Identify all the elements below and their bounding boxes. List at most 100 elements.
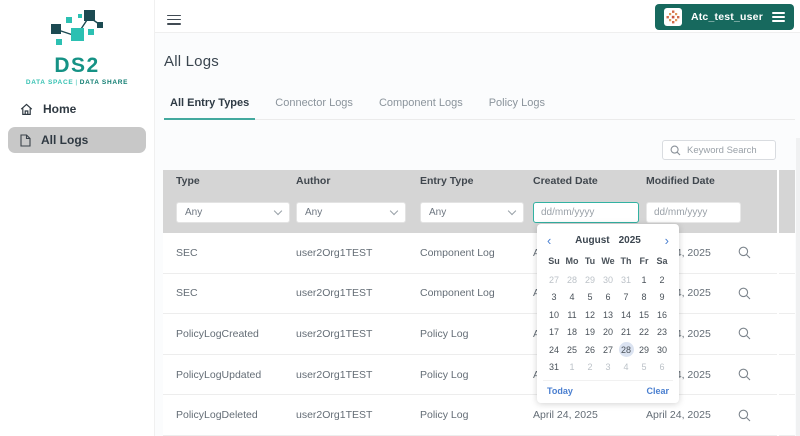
calendar-day[interactable]: 27 <box>545 271 563 289</box>
row-details-button[interactable] <box>738 409 782 422</box>
calendar-day[interactable]: 1 <box>563 359 581 377</box>
table-row: SEC user2Org1TEST Component Log April 24… <box>163 233 795 274</box>
calendar-day[interactable]: 15 <box>635 306 653 324</box>
calendar-day[interactable]: 12 <box>581 306 599 324</box>
column-header-author: Author <box>296 175 420 187</box>
calendar-day[interactable]: 8 <box>635 289 653 307</box>
calendar-day[interactable]: 6 <box>653 359 671 377</box>
sidebar-item-label: Home <box>43 102 76 116</box>
calendar-day[interactable]: 24 <box>545 341 563 359</box>
brand-name: DS2 <box>0 55 154 76</box>
calendar-day[interactable]: 17 <box>545 324 563 342</box>
keyword-search-input[interactable] <box>687 145 768 156</box>
calendar-day[interactable]: 7 <box>617 289 635 307</box>
sidebar: DS2 DATA SPACE|DATA SHARE Home All Logs <box>0 0 155 436</box>
brand-tagline: DATA SPACE|DATA SHARE <box>0 79 154 86</box>
table-body: SEC user2Org1TEST Component Log April 24… <box>163 233 795 436</box>
cell-type: PolicyLogUpdated <box>176 369 296 381</box>
cell-type: SEC <box>176 247 296 259</box>
calendar-day[interactable]: 27 <box>599 341 617 359</box>
next-month-icon[interactable]: › <box>655 234 669 247</box>
tab[interactable]: Component Logs <box>373 97 469 119</box>
cell-author: user2Org1TEST <box>296 409 420 421</box>
calendar-month-button[interactable]: August <box>575 235 609 246</box>
search-icon <box>738 246 751 259</box>
tab[interactable]: All Entry Types <box>164 97 255 120</box>
calendar-day[interactable]: 30 <box>599 271 617 289</box>
calendar-day[interactable]: 31 <box>617 271 635 289</box>
calendar-day[interactable]: 21 <box>617 324 635 342</box>
table-filter-row: Any Any Any <box>163 192 795 233</box>
calendar-day[interactable]: 26 <box>581 341 599 359</box>
calendar-day[interactable]: 10 <box>545 306 563 324</box>
modified-date-filter-input[interactable] <box>646 202 741 223</box>
calendar-day[interactable]: 2 <box>653 271 671 289</box>
row-details-button[interactable] <box>738 287 782 300</box>
page-scrollbar[interactable] <box>796 138 800 436</box>
calendar-day[interactable]: 29 <box>581 271 599 289</box>
cell-entry-type: Policy Log <box>420 369 533 381</box>
menu-toggle-icon[interactable] <box>167 12 181 27</box>
calendar-day[interactable]: 23 <box>653 324 671 342</box>
cell-author: user2Org1TEST <box>296 247 420 259</box>
calendar-day[interactable]: 3 <box>545 289 563 307</box>
calendar-day[interactable]: 30 <box>653 341 671 359</box>
calendar-day[interactable]: 5 <box>581 289 599 307</box>
author-filter-select[interactable]: Any <box>296 202 406 223</box>
calendar-day[interactable]: 20 <box>599 324 617 342</box>
calendar-day[interactable]: 31 <box>545 359 563 377</box>
cell-type: PolicyLogCreated <box>176 328 296 340</box>
calendar-day[interactable]: 6 <box>599 289 617 307</box>
table-row: PolicyLogUpdated user2Org1TEST Policy Lo… <box>163 355 795 396</box>
calendar-day[interactable]: 5 <box>635 359 653 377</box>
calendar-day[interactable]: 29 <box>635 341 653 359</box>
calendar-clear-button[interactable]: Clear <box>646 386 669 396</box>
calendar-day[interactable]: 4 <box>563 289 581 307</box>
tab[interactable]: Connector Logs <box>269 97 359 119</box>
calendar-today-button[interactable]: Today <box>547 386 573 396</box>
calendar-day[interactable]: 25 <box>563 341 581 359</box>
identicon-avatar-icon <box>666 10 680 24</box>
file-icon <box>20 134 31 147</box>
search-icon <box>738 409 751 422</box>
sidebar-item-home[interactable]: Home <box>8 96 146 122</box>
calendar-day[interactable]: 2 <box>581 359 599 377</box>
search-icon <box>738 368 751 381</box>
row-details-button[interactable] <box>738 368 782 381</box>
column-header-type: Type <box>176 175 296 187</box>
calendar-day[interactable]: 18 <box>563 324 581 342</box>
calendar-day[interactable]: 11 <box>563 306 581 324</box>
sidebar-item-all-logs[interactable]: All Logs <box>8 127 146 153</box>
logs-table: Type Author Entry Type Created Date Modi… <box>163 170 795 436</box>
previous-month-icon[interactable]: ‹ <box>547 234 561 247</box>
calendar-day[interactable]: 4 <box>617 359 635 377</box>
calendar-day[interactable]: 28 <box>619 342 634 357</box>
calendar-day[interactable]: 14 <box>617 306 635 324</box>
user-menu-button[interactable]: Atc_test_user <box>655 4 794 30</box>
calendar-day-grid: 27 28 29 30 31 1 2 3 4 5 6 7 8 9 10 <box>543 271 673 376</box>
calendar-day[interactable]: 1 <box>635 271 653 289</box>
entry-type-filter-select[interactable]: Any <box>420 202 524 223</box>
calendar-day[interactable]: 22 <box>635 324 653 342</box>
calendar-day[interactable]: 19 <box>581 324 599 342</box>
page-title: All Logs <box>164 53 800 70</box>
home-icon <box>20 103 33 116</box>
sidebar-nav: Home All Logs <box>0 96 154 153</box>
weekday-label: Fr <box>635 254 653 269</box>
table-row: PolicyLogDeleted user2Org1TEST Policy Lo… <box>163 395 795 436</box>
weekday-label: We <box>599 254 617 269</box>
tab[interactable]: Policy Logs <box>483 97 551 119</box>
cell-entry-type: Policy Log <box>420 328 533 340</box>
created-date-filter-input[interactable] <box>533 202 639 223</box>
type-filter-select[interactable]: Any <box>176 202 290 223</box>
column-header-created-date: Created Date <box>533 175 646 187</box>
row-details-button[interactable] <box>738 327 782 340</box>
calendar-day[interactable]: 3 <box>599 359 617 377</box>
calendar-day[interactable]: 13 <box>599 306 617 324</box>
calendar-day[interactable]: 9 <box>653 289 671 307</box>
calendar-day[interactable]: 28 <box>563 271 581 289</box>
row-details-button[interactable] <box>738 246 782 259</box>
calendar-day[interactable]: 16 <box>653 306 671 324</box>
calendar-nav: ‹ August 2025 › <box>543 230 673 250</box>
calendar-year-button[interactable]: 2025 <box>619 235 641 246</box>
